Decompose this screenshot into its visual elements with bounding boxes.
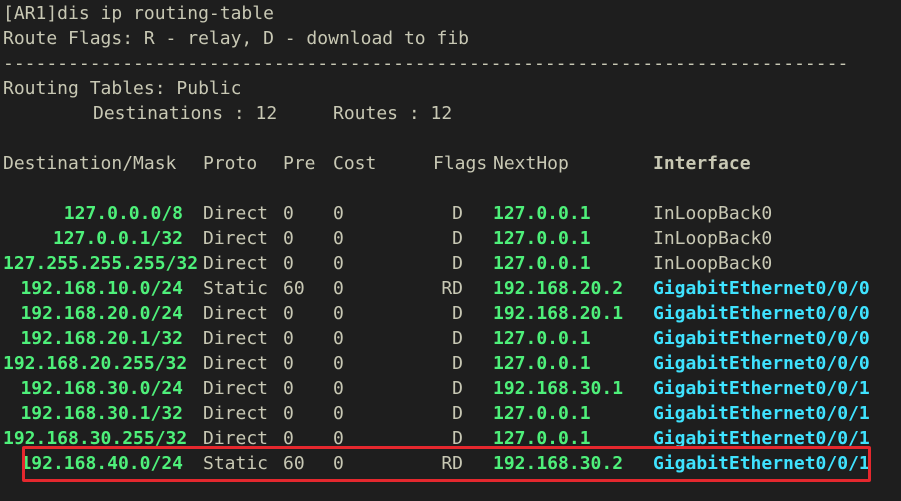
route-interface: GigabitEthernet0/0/0: [653, 303, 870, 324]
route-proto: Direct: [203, 303, 269, 324]
route-nexthop: 127.0.0.1: [493, 403, 591, 424]
route-flags: D: [452, 378, 463, 399]
route-destination: 127.255.255.255/32: [3, 253, 199, 274]
route-proto: Direct: [203, 328, 269, 349]
route-interface: GigabitEthernet0/0/1: [653, 403, 870, 424]
route-proto: Direct: [203, 378, 269, 399]
route-flags: D: [452, 203, 463, 224]
route-cost: 0: [333, 403, 344, 424]
route-flags: D: [452, 228, 463, 249]
command-prompt-line: [AR1]dis ip routing-table: [3, 3, 274, 24]
route-destination: 127.0.0.0/8: [63, 203, 183, 224]
col-destination: Destination/Mask: [3, 153, 177, 174]
route-destination: 127.0.0.1/32: [52, 228, 183, 249]
route-pre: 0: [283, 353, 294, 374]
table-row: 192.168.20.255/32 Direct 0 0 D 127.0.0.1 Gigab…: [0, 351, 901, 376]
route-pre: 0: [283, 203, 294, 224]
route-cost: 0: [333, 253, 344, 274]
route-nexthop: 127.0.0.1: [493, 253, 591, 274]
route-interface: GigabitEthernet0/0/0: [653, 353, 870, 374]
route-flags-line: Route Flags: R - relay, D - download to …: [3, 28, 469, 49]
route-cost: 0: [333, 228, 344, 249]
route-flags: D: [452, 328, 463, 349]
terminal-window: [AR1]dis ip routing-table Route Flags: R…: [0, 0, 901, 501]
route-flags: D: [452, 303, 463, 324]
route-proto: Direct: [203, 403, 269, 424]
route-pre: 0: [283, 253, 294, 274]
route-destination: 192.168.30.0/24: [20, 378, 183, 399]
route-proto: Direct: [203, 353, 269, 374]
route-pre: 0: [283, 228, 294, 249]
col-cost: Cost: [333, 153, 377, 174]
route-nexthop: 192.168.30.1: [493, 378, 624, 399]
route-flags: D: [452, 253, 463, 274]
route-interface: InLoopBack0: [653, 253, 773, 274]
route-proto: Direct: [203, 253, 269, 274]
route-nexthop: 192.168.20.1: [493, 303, 624, 324]
col-pre: Pre: [283, 153, 316, 174]
route-interface: InLoopBack0: [653, 228, 773, 249]
table-row: 192.168.30.0/24 Direct 0 0 D 192.168.30.1 Giga…: [0, 376, 901, 401]
route-interface: InLoopBack0: [653, 203, 773, 224]
route-pre: 0: [283, 378, 294, 399]
route-cost: 0: [333, 203, 344, 224]
col-flags: Flags: [433, 153, 488, 174]
route-pre: 0: [283, 328, 294, 349]
route-interface: GigabitEthernet0/0/0: [653, 278, 870, 299]
separator-line: ----------------------------------------…: [3, 53, 849, 74]
route-destination: 192.168.20.255/32: [3, 353, 188, 374]
route-interface: GigabitEthernet0/0/0: [653, 328, 870, 349]
route-destination: 192.168.20.1/32: [20, 328, 183, 349]
route-destination: 192.168.30.1/32: [20, 403, 183, 424]
route-cost: 0: [333, 328, 344, 349]
col-nexthop: NextHop: [493, 153, 569, 174]
route-cost: 0: [333, 353, 344, 374]
route-interface: GigabitEthernet0/0/1: [653, 378, 870, 399]
route-cost: 0: [333, 378, 344, 399]
table-row: 127.255.255.255/32 Direct 0 0 D 127.0.0.1 InLo…: [0, 251, 901, 276]
routes-count: Routes : 12: [333, 103, 453, 124]
route-flags: D: [452, 403, 463, 424]
routing-tables-line: Routing Tables: Public: [3, 78, 242, 99]
route-nexthop: 127.0.0.1: [493, 203, 591, 224]
route-nexthop: 127.0.0.1: [493, 353, 591, 374]
route-nexthop: 192.168.20.2: [493, 278, 624, 299]
route-proto: Static: [203, 278, 269, 299]
route-destination: 192.168.20.0/24: [20, 303, 183, 324]
route-cost: 0: [333, 303, 344, 324]
table-row: 192.168.30.1/32 Direct 0 0 D 127.0.0.1 Gigabit…: [0, 401, 901, 426]
route-flags: D: [452, 353, 463, 374]
route-pre: 0: [283, 303, 294, 324]
table-header: Destination/Mask Proto Pre Cost Flags Ne…: [0, 151, 901, 176]
route-pre: 60: [283, 278, 305, 299]
highlight-box: [22, 446, 871, 482]
destinations-count: Destinations : 12: [93, 103, 278, 124]
table-row: 192.168.20.1/32 Direct 0 0 D 127.0.0.1 Gigabit…: [0, 326, 901, 351]
route-proto: Direct: [203, 228, 269, 249]
col-proto: Proto: [203, 153, 258, 174]
table-row: 192.168.20.0/24 Direct 0 0 D 192.168.20.1 Giga…: [0, 301, 901, 326]
table-row: 192.168.10.0/24 Static 60 0 RD 192.168.20.2 Gi…: [0, 276, 901, 301]
table-row: 127.0.0.1/32 Direct 0 0 D 127.0.0.1 InLoopBack…: [0, 226, 901, 251]
route-destination: 192.168.10.0/24: [20, 278, 183, 299]
route-proto: Direct: [203, 203, 269, 224]
route-pre: 0: [283, 403, 294, 424]
route-cost: 0: [333, 278, 344, 299]
route-nexthop: 127.0.0.1: [493, 228, 591, 249]
route-flags: RD: [441, 278, 463, 299]
col-interface: Interface: [653, 153, 751, 174]
table-row: 127.0.0.0/8 Direct 0 0 D 127.0.0.1 InLoopBack0: [0, 201, 901, 226]
route-nexthop: 127.0.0.1: [493, 328, 591, 349]
